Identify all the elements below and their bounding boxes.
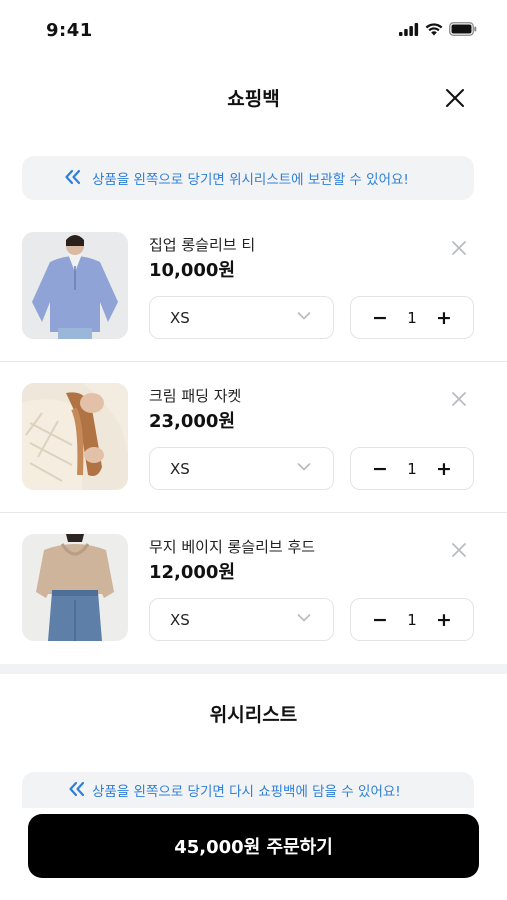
chevron-down-icon	[297, 614, 311, 622]
decrease-quantity-button[interactable]: −	[369, 458, 391, 480]
quantity-stepper: − 1 +	[350, 447, 474, 490]
product-image[interactable]	[22, 534, 128, 641]
cellular-signal-icon	[399, 22, 419, 36]
quantity-value: 1	[407, 308, 417, 327]
double-chevron-left-icon	[69, 781, 85, 797]
product-image[interactable]	[22, 383, 128, 490]
product-price: 10,000원	[149, 260, 236, 281]
decrease-quantity-button[interactable]: −	[369, 609, 391, 631]
remove-item-button[interactable]	[449, 238, 469, 258]
size-select[interactable]: XS	[149, 296, 334, 339]
close-icon	[452, 241, 466, 255]
cart-item[interactable]: 무지 베이지 롱슬리브 후드 12,000원 XS − 1 +	[0, 534, 507, 649]
quantity-value: 1	[407, 610, 417, 629]
close-button[interactable]	[441, 84, 469, 112]
wishlist-swipe-hint-text: 상품을 왼쪽으로 당기면 다시 쇼핑백에 담을 수 있어요!	[92, 784, 401, 800]
page-title: 쇼핑백	[227, 88, 280, 110]
battery-icon	[449, 22, 477, 36]
cart-swipe-hint-banner: 상품을 왼쪽으로 당기면 위시리스트에 보관할 수 있어요!	[22, 156, 474, 200]
increase-quantity-button[interactable]: +	[433, 458, 455, 480]
quantity-value: 1	[407, 459, 417, 478]
chevron-down-icon	[297, 312, 311, 320]
header: 쇼핑백	[0, 70, 507, 126]
product-name: 크림 패딩 자켓	[149, 387, 242, 405]
size-value: XS	[170, 459, 190, 478]
cart-item[interactable]: 집업 롱슬리브 티 10,000원 XS − 1 +	[0, 232, 507, 362]
status-icons	[399, 22, 477, 36]
product-price: 12,000원	[149, 562, 236, 583]
close-icon	[446, 89, 464, 107]
order-button[interactable]: 45,000원 주문하기	[28, 814, 479, 878]
remove-item-button[interactable]	[449, 389, 469, 409]
size-value: XS	[170, 610, 190, 629]
status-bar: 9:41	[0, 0, 507, 60]
quantity-stepper: − 1 +	[350, 296, 474, 339]
chevron-down-icon	[297, 463, 311, 471]
increase-quantity-button[interactable]: +	[433, 609, 455, 631]
product-price: 23,000원	[149, 411, 236, 432]
product-image[interactable]	[22, 232, 128, 339]
wishlist-title: 위시리스트	[209, 704, 298, 726]
product-name: 무지 베이지 롱슬리브 후드	[149, 538, 316, 556]
wishlist-swipe-hint-banner: 상품을 왼쪽으로 당기면 다시 쇼핑백에 담을 수 있어요!	[22, 772, 474, 808]
size-value: XS	[170, 308, 190, 327]
quantity-stepper: − 1 +	[350, 598, 474, 641]
remove-item-button[interactable]	[449, 540, 469, 560]
status-time: 9:41	[46, 20, 93, 41]
decrease-quantity-button[interactable]: −	[369, 307, 391, 329]
wifi-icon	[425, 22, 443, 35]
size-select[interactable]: XS	[149, 598, 334, 641]
product-name: 집업 롱슬리브 티	[149, 236, 256, 254]
increase-quantity-button[interactable]: +	[433, 307, 455, 329]
cart-item[interactable]: 크림 패딩 자켓 23,000원 XS − 1 +	[0, 383, 507, 513]
section-divider	[0, 664, 507, 674]
cart-swipe-hint-text: 상품을 왼쪽으로 당기면 위시리스트에 보관할 수 있어요!	[92, 172, 409, 188]
size-select[interactable]: XS	[149, 447, 334, 490]
close-icon	[452, 543, 466, 557]
double-chevron-left-icon	[65, 169, 81, 185]
close-icon	[452, 392, 466, 406]
